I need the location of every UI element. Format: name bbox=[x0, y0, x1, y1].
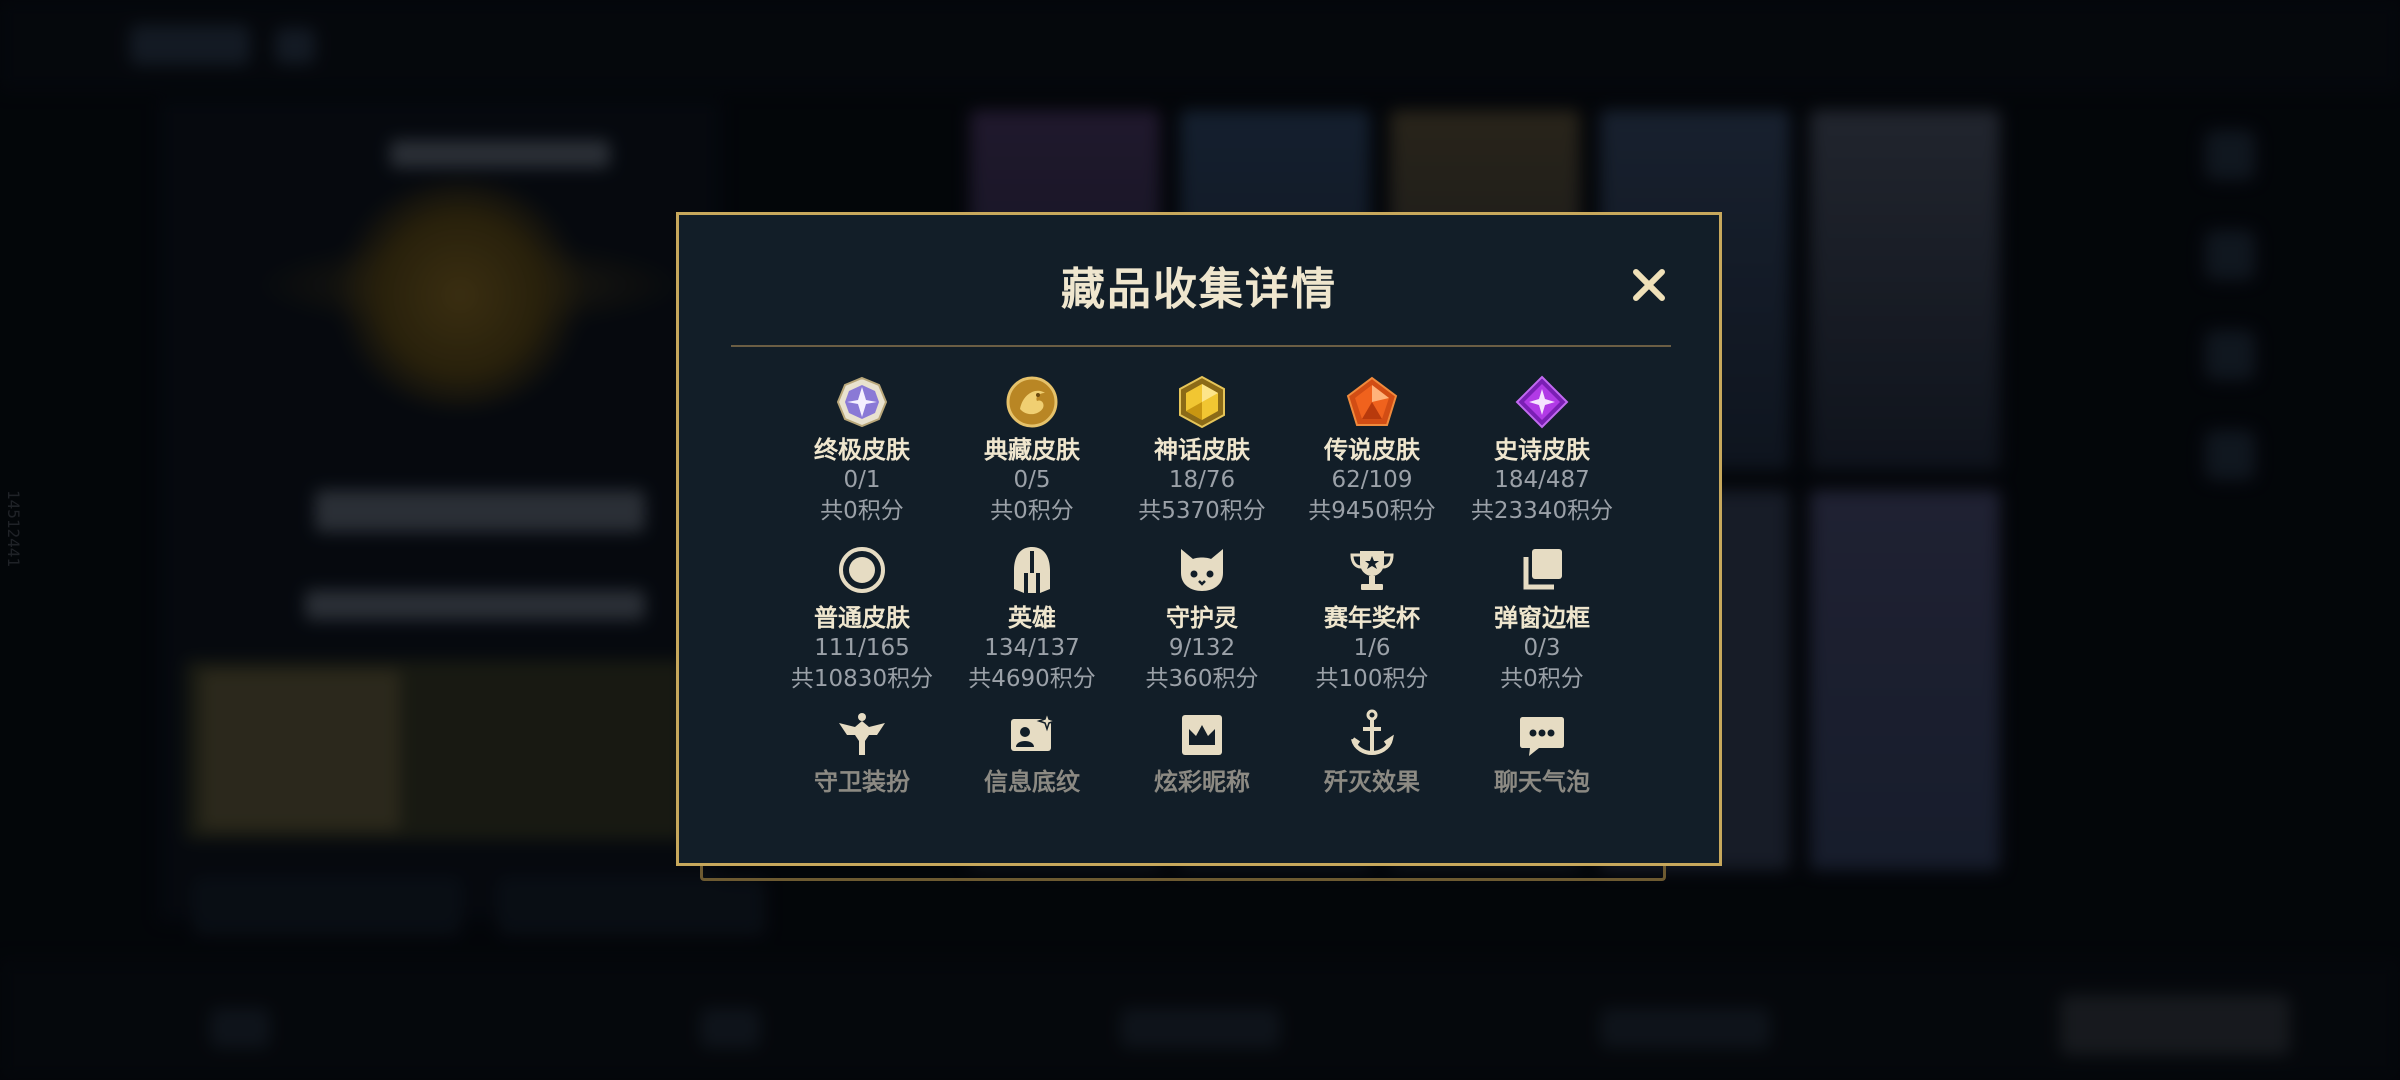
collection-item-name: 传说皮肤 bbox=[1324, 436, 1420, 464]
collection-item-name: 英雄 bbox=[1008, 604, 1056, 632]
collection-item-ward-skin[interactable]: 守卫装扮 bbox=[777, 707, 947, 797]
collection-item-chat-bubble[interactable]: 聊天气泡 bbox=[1457, 707, 1627, 797]
crown-banner-icon bbox=[1182, 715, 1222, 755]
collection-item-name: 典藏皮肤 bbox=[984, 436, 1080, 464]
collection-item-common-skin[interactable]: 普通皮肤 111/165 共10830积分 bbox=[777, 543, 947, 695]
collection-item-count: 0/5 bbox=[1013, 467, 1051, 493]
close-icon bbox=[1633, 269, 1665, 301]
collection-item-count: 134/137 bbox=[984, 635, 1080, 661]
collection-item-points: 共0积分 bbox=[990, 498, 1074, 524]
collection-item-count: 111/165 bbox=[814, 635, 910, 661]
collection-item-count: 184/487 bbox=[1494, 467, 1590, 493]
collection-details-modal: 藏品收集详情 终极皮肤 0/1 共0积分 典藏皮肤 0/5 共0积分 神话皮肤 … bbox=[676, 212, 1722, 866]
collection-item-name: 普通皮肤 bbox=[814, 604, 910, 632]
collection-item-name: 歼灭效果 bbox=[1324, 768, 1420, 796]
collection-item-season-trophy[interactable]: 赛年奖杯 1/6 共100积分 bbox=[1287, 543, 1457, 695]
collection-item-points: 共5370积分 bbox=[1138, 498, 1266, 524]
profile-card-icon bbox=[1011, 710, 1058, 751]
collection-item-name: 弹窗边框 bbox=[1494, 604, 1590, 632]
ultimate-gem-icon bbox=[836, 376, 888, 428]
collection-item-name: 终极皮肤 bbox=[814, 436, 910, 464]
collection-item-points: 共9450积分 bbox=[1308, 498, 1436, 524]
collection-item-points: 共10830积分 bbox=[790, 666, 934, 692]
pet-face-icon bbox=[1181, 549, 1223, 591]
collection-item-ultimate-skin[interactable]: 终极皮肤 0/1 共0积分 bbox=[777, 375, 947, 527]
dragon-medallion-icon bbox=[1006, 376, 1058, 428]
collection-item-name: 聊天气泡 bbox=[1494, 768, 1590, 796]
collection-item-count: 9/132 bbox=[1168, 635, 1236, 661]
collection-item-points: 共23340积分 bbox=[1470, 498, 1614, 524]
modal-title: 藏品收集详情 bbox=[1061, 264, 1337, 315]
collection-item-name: 信息底纹 bbox=[984, 768, 1080, 796]
mythic-hexagon-icon bbox=[1179, 375, 1225, 429]
collection-item-count: 1/6 bbox=[1353, 635, 1391, 661]
collection-item-points: 共4690积分 bbox=[968, 666, 1096, 692]
trophy-icon bbox=[1350, 551, 1394, 590]
collection-item-points: 共360积分 bbox=[1145, 666, 1259, 692]
chat-bubble-icon bbox=[1520, 717, 1564, 756]
collection-item-profile-background[interactable]: 信息底纹 bbox=[947, 707, 1117, 797]
collection-item-prestige-skin[interactable]: 典藏皮肤 0/5 共0积分 bbox=[947, 375, 1117, 527]
anchor-icon bbox=[1351, 709, 1394, 756]
collection-item-count: 0/3 bbox=[1523, 635, 1561, 661]
collection-item-epic-skin[interactable]: 史诗皮肤 184/487 共23340积分 bbox=[1457, 375, 1627, 527]
collection-item-count: 0/1 bbox=[843, 467, 881, 493]
collection-item-name: 史诗皮肤 bbox=[1494, 436, 1590, 464]
helmet-icon bbox=[1014, 547, 1050, 593]
collection-item-popup-frame[interactable]: 弹窗边框 0/3 共0积分 bbox=[1457, 543, 1627, 695]
epic-diamond-icon bbox=[1515, 375, 1569, 429]
collection-item-points: 共100积分 bbox=[1315, 666, 1429, 692]
ward-icon bbox=[839, 713, 885, 755]
collection-item-mythic-skin[interactable]: 神话皮肤 18/76 共5370积分 bbox=[1117, 375, 1287, 527]
title-divider bbox=[731, 345, 1671, 347]
collection-item-colorful-nickname[interactable]: 炫彩昵称 bbox=[1117, 707, 1287, 797]
collection-item-name: 神话皮肤 bbox=[1154, 436, 1250, 464]
legendary-pentagon-icon bbox=[1346, 376, 1398, 426]
scroll-fade-overlay bbox=[682, 790, 1716, 860]
collection-item-name: 守护灵 bbox=[1166, 604, 1238, 632]
collection-item-name: 赛年奖杯 bbox=[1324, 604, 1420, 632]
stacked-frames-icon bbox=[1523, 549, 1562, 590]
collection-item-name: 炫彩昵称 bbox=[1154, 768, 1250, 796]
ring-icon bbox=[839, 547, 885, 593]
collection-item-name: 守卫装扮 bbox=[814, 768, 910, 796]
collection-item-points: 共0积分 bbox=[820, 498, 904, 524]
collection-item-champion[interactable]: 英雄 134/137 共4690积分 bbox=[947, 543, 1117, 695]
close-button[interactable] bbox=[1627, 263, 1671, 307]
collection-item-count: 18/76 bbox=[1168, 467, 1236, 493]
collection-item-points: 共0积分 bbox=[1500, 666, 1584, 692]
collection-item-guardian[interactable]: 守护灵 9/132 共360积分 bbox=[1117, 543, 1287, 695]
collection-item-legendary-skin[interactable]: 传说皮肤 62/109 共9450积分 bbox=[1287, 375, 1457, 527]
collection-item-count: 62/109 bbox=[1331, 467, 1413, 493]
collection-item-kill-effect[interactable]: 歼灭效果 bbox=[1287, 707, 1457, 797]
